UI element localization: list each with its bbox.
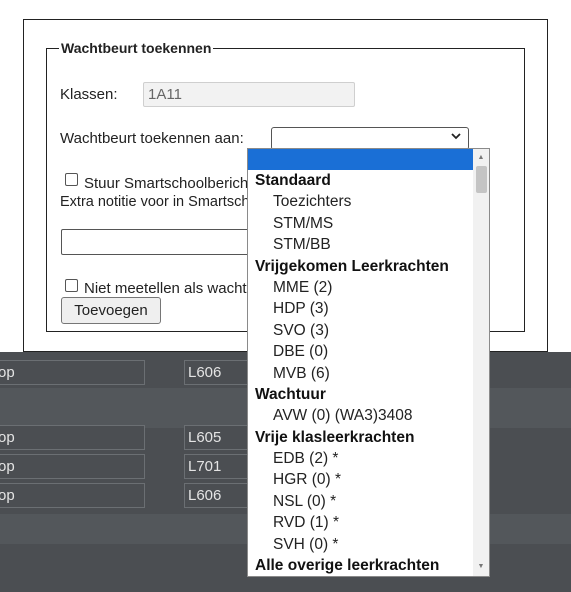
dropdown-group-label: Vrijgekomen Leerkrachten	[255, 257, 449, 275]
background-room-field[interactable]: L606	[184, 360, 254, 385]
dropdown-group-label: Wachtuur	[255, 385, 326, 403]
background-field[interactable]: op	[0, 483, 145, 508]
scroll-down-arrow-icon[interactable]: ▼	[473, 560, 489, 574]
dropdown-scrollbar[interactable]: ▲ ▼	[473, 149, 489, 576]
dropdown-option[interactable]: NSL (0) *	[248, 491, 474, 512]
not-count-checkbox[interactable]	[65, 279, 78, 292]
dropdown-option[interactable]: HDP (3)	[248, 298, 474, 319]
dropdown-options: Standaard Toezichters STM/MS STM/BB Vrijgeko…	[248, 149, 474, 576]
dropdown-option[interactable]	[248, 149, 474, 170]
klassen-field: 1A11	[143, 82, 355, 107]
dropdown-option[interactable]: RVD (1) *	[248, 512, 474, 533]
scroll-up-arrow-icon[interactable]: ▲	[473, 151, 489, 165]
background-room-field[interactable]: L701	[184, 454, 254, 479]
dropdown-option[interactable]: MME (2)	[248, 277, 474, 298]
assign-to-dropdown-list[interactable]: Standaard Toezichters STM/MS STM/BB Vrijgeko…	[247, 148, 490, 577]
background-field[interactable]: op	[0, 425, 145, 450]
dropdown-option[interactable]: STM/BB	[248, 234, 474, 255]
dropdown-option[interactable]: STM/MS	[248, 213, 474, 234]
dropdown-option[interactable]: AVW (0) (WA3)3408	[248, 405, 474, 426]
assign-to-label: Wachtbeurt toekennen aan:	[60, 130, 244, 147]
fieldset-legend: Wachtbeurt toekennen	[59, 40, 214, 56]
dropdown-option[interactable]: HGR (0) *	[248, 469, 474, 490]
klassen-label: Klassen:	[60, 86, 118, 103]
dropdown-option[interactable]: EDB (2) *	[248, 448, 474, 469]
dropdown-option[interactable]: Toezichters	[248, 191, 474, 212]
dropdown-option[interactable]: SVO (3)	[248, 320, 474, 341]
background-field[interactable]: op	[0, 454, 145, 479]
assign-to-select[interactable]	[271, 127, 469, 150]
dropdown-option[interactable]: SVH (0) *	[248, 534, 474, 555]
add-button[interactable]: Toevoegen	[61, 297, 161, 324]
dropdown-option[interactable]: DBE (0)	[248, 341, 474, 362]
background-field[interactable]: op	[0, 360, 145, 385]
background-room-field[interactable]: L605	[184, 425, 254, 450]
dropdown-group-label: Vrije klasleerkrachten	[255, 428, 415, 446]
extra-note-input[interactable]	[61, 229, 261, 255]
dropdown-group-label: Alle overige leerkrachten	[255, 557, 440, 575]
chevron-down-icon	[450, 130, 462, 145]
dropdown-option[interactable]: MVB (6)	[248, 363, 474, 384]
smartschool-message-label: Stuur Smartschoolbericht	[84, 175, 253, 192]
dropdown-group-label: Standaard	[255, 172, 331, 189]
smartschool-message-checkbox[interactable]	[65, 173, 78, 186]
scrollbar-thumb[interactable]	[476, 166, 487, 193]
background-room-field[interactable]: L606	[184, 483, 254, 508]
